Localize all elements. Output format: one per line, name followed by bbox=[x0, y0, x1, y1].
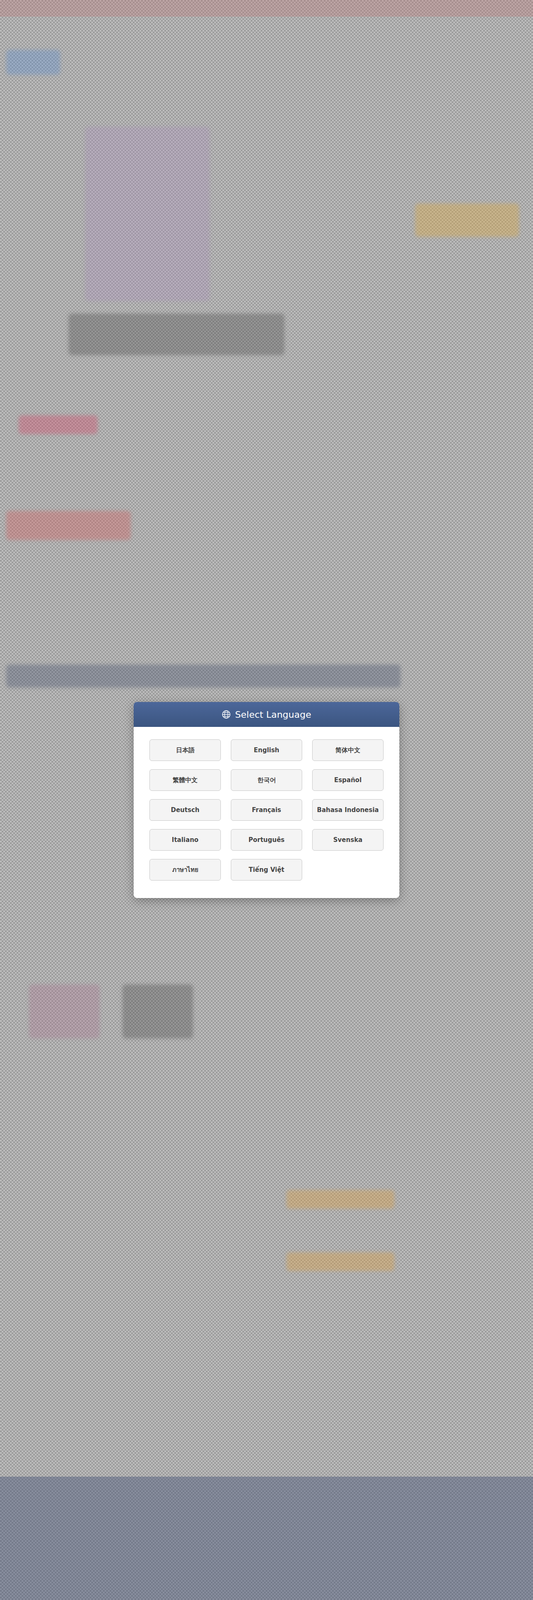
blurred-cover-image bbox=[85, 126, 210, 301]
language-button[interactable]: 繁體中文 bbox=[149, 768, 221, 791]
language-button[interactable]: Português bbox=[230, 828, 303, 851]
top-strip bbox=[0, 0, 533, 17]
blurred-button bbox=[286, 1189, 395, 1208]
language-button[interactable]: 한국어 bbox=[230, 768, 303, 791]
blurred-toolbar bbox=[68, 313, 285, 355]
language-button[interactable]: Français bbox=[230, 798, 303, 821]
globe-icon bbox=[221, 709, 231, 719]
modal-overlay: Select Language 日本語 English 简体中文繁體中文 한국어 Espa… bbox=[0, 0, 533, 1599]
blurred-section-bar bbox=[6, 664, 401, 688]
blurred-thumbnail bbox=[29, 983, 100, 1038]
dialog-header: Select Language bbox=[133, 701, 400, 727]
blurred-side-button bbox=[415, 203, 519, 237]
language-button[interactable]: Tiếng Việt bbox=[230, 858, 303, 881]
blurred-banner bbox=[6, 510, 131, 540]
language-button[interactable]: English bbox=[230, 738, 303, 761]
dialog-title: Select Language bbox=[234, 709, 311, 720]
language-button[interactable]: Deutsch bbox=[149, 798, 221, 821]
language-button[interactable]: 日本語 bbox=[149, 738, 221, 761]
language-button[interactable]: Bahasa Indonesia bbox=[312, 798, 384, 821]
page: Select Language 日本語 English 简体中文繁體中文 한국어 Espa… bbox=[0, 0, 533, 1599]
blurred-logo bbox=[6, 49, 61, 75]
language-dialog: Select Language 日本語 English 简体中文繁體中文 한국어 Espa… bbox=[133, 701, 400, 898]
language-button[interactable]: 简体中文 bbox=[312, 738, 384, 761]
language-grid: 日本語 English 简体中文繁體中文 한국어 Español Deutsch Franç… bbox=[133, 726, 400, 898]
language-button[interactable]: Español bbox=[312, 768, 384, 791]
language-button[interactable]: Italiano bbox=[149, 828, 221, 851]
footer bbox=[0, 1475, 533, 1599]
blurred-tag bbox=[18, 415, 98, 434]
blurred-button bbox=[286, 1251, 395, 1271]
blurred-thumbnail bbox=[122, 983, 194, 1038]
language-button[interactable]: Svenska bbox=[312, 828, 384, 851]
language-button[interactable]: ภาษาไทย bbox=[149, 858, 221, 881]
